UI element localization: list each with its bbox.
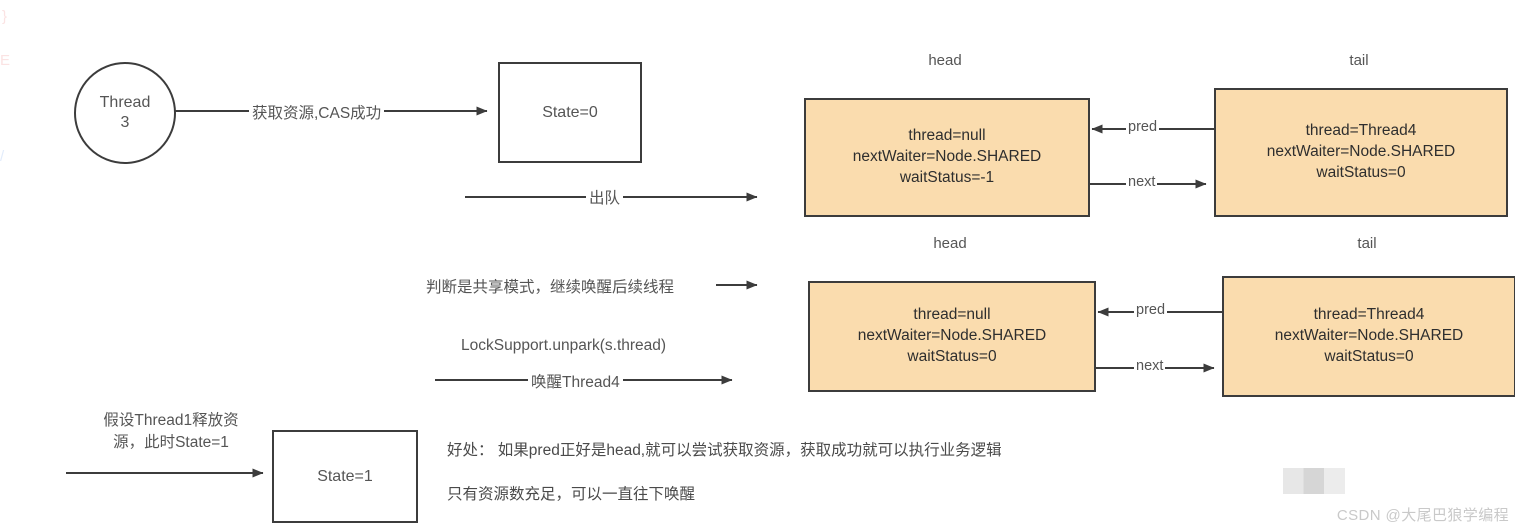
edge-label-shared-mode: 判断是共享模式，继续唤醒后续线程 [423, 275, 678, 297]
queue-row-1-tail-label: tail [1357, 235, 1377, 252]
edge-label-dequeue: 出队 [586, 186, 624, 208]
queue-row-1-next-label: next [1134, 358, 1166, 374]
head-node-thread: thread=null [908, 127, 986, 145]
head-node-next-waiter: nextWaiter=Node.SHARED [852, 148, 1042, 166]
edge-artifact-low: / [0, 148, 5, 165]
edge-label-wake-thread4: 唤醒Thread4 [528, 370, 623, 392]
note-benefit: 好处： 如果pred正好是head,就可以尝试获取资源，获取成功就可以执行业务逻… [447, 442, 1002, 459]
queue-row-1-tail-node: thread=Thread4 nextWaiter=Node.SHARED wa… [1222, 276, 1515, 397]
state-box-top-label: State=0 [542, 103, 598, 121]
diagram-canvas: } E / Thread 3 State=0 State=1 获取资源,CAS成… [0, 0, 1515, 529]
tail-node-wait-status: waitStatus=0 [1324, 347, 1414, 365]
queue-row-1-head-node: thread=null nextWaiter=Node.SHARED waitS… [808, 281, 1096, 392]
head-node-wait-status: waitStatus=0 [907, 347, 997, 365]
queue-row-0-pred-label: pred [1126, 119, 1160, 135]
edge-label-acquire: 获取资源,CAS成功 [249, 101, 385, 123]
queue-row-0-tail-label: tail [1349, 52, 1369, 69]
queue-row-1-pred-label: pred [1134, 302, 1168, 318]
tail-node-wait-status: waitStatus=0 [1316, 163, 1406, 181]
tail-node-next-waiter: nextWaiter=Node.SHARED [1274, 327, 1464, 345]
edge-artifact-top: } [2, 8, 8, 25]
edge-label-unpark-call: LockSupport.unpark(s.thread) [458, 337, 670, 355]
tail-node-thread: thread=Thread4 [1313, 306, 1425, 324]
note-condition: 只有资源数充足，可以一直往下唤醒 [447, 486, 696, 503]
release-note-line2: 源，此时State=1 [113, 434, 229, 452]
queue-row-0-head-label: head [928, 52, 962, 69]
tail-node-next-waiter: nextWaiter=Node.SHARED [1266, 143, 1456, 161]
thread-circle-line1: Thread [99, 94, 151, 111]
watermark-text: CSDN @大尾巴狼学编程 [1336, 507, 1509, 524]
release-note-line1: 假设Thread1释放资 [103, 412, 239, 429]
queue-row-0-tail-node: thread=Thread4 nextWaiter=Node.SHARED wa… [1214, 88, 1508, 217]
head-node-thread: thread=null [913, 306, 991, 324]
head-node-next-waiter: nextWaiter=Node.SHARED [857, 327, 1047, 345]
head-node-wait-status: waitStatus=-1 [899, 168, 995, 186]
release-note: 假设Thread1释放资 源，此时State=1 [75, 410, 267, 455]
thread-circle-line2: 3 [120, 114, 130, 131]
state-box-bottom: State=1 [272, 430, 418, 523]
queue-row-0-head-node: thread=null nextWaiter=Node.SHARED waitS… [804, 98, 1090, 217]
edge-artifact-mid: E [0, 52, 11, 69]
watermark-block [1283, 468, 1345, 494]
state-box-top: State=0 [498, 62, 642, 163]
state-box-bottom-label: State=1 [317, 467, 373, 485]
queue-row-1-head-label: head [933, 235, 967, 252]
queue-row-0-next-label: next [1126, 174, 1158, 190]
thread-node-circle: Thread 3 [74, 62, 176, 164]
tail-node-thread: thread=Thread4 [1305, 122, 1417, 140]
